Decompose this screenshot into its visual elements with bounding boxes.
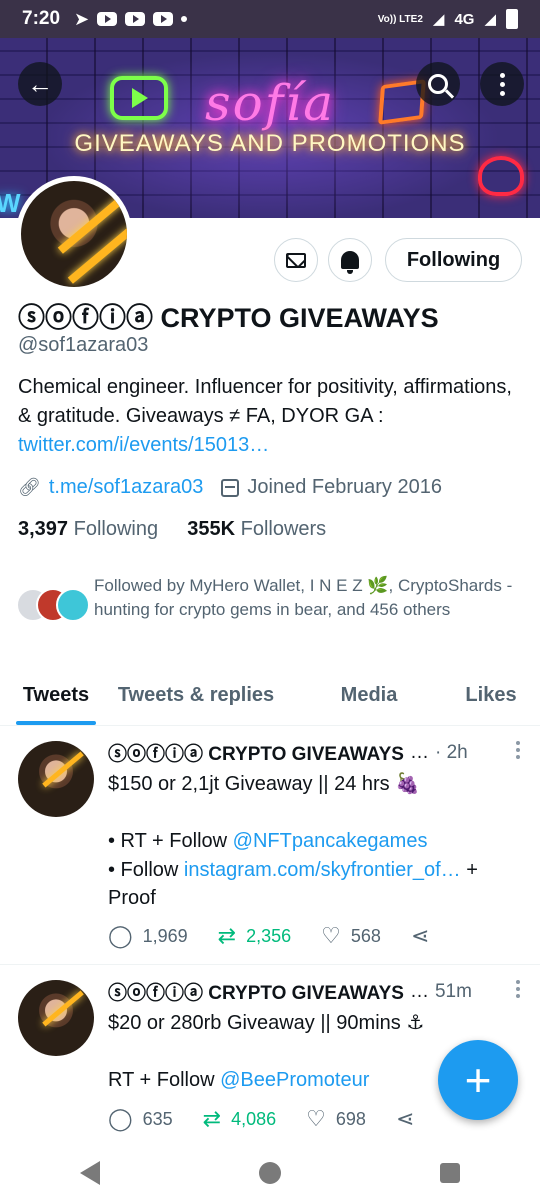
more-vertical-icon	[516, 980, 520, 998]
nav-recents-icon[interactable]	[440, 1163, 461, 1183]
profile-tabs: Tweets Tweets & replies Media Likes	[0, 666, 540, 726]
link-icon: 🔗︎	[18, 477, 41, 497]
bio-text: Chemical engineer. Influencer for positi…	[18, 376, 512, 427]
youtube-icon	[125, 12, 146, 26]
twitter-neon-icon	[478, 156, 524, 196]
display-name: ⓢⓞⓕⓘⓐ CRYPTO GIVEAWAYS	[18, 303, 439, 333]
youtube-icon	[153, 12, 174, 26]
website-link[interactable]: t.me/sof1azara03	[49, 476, 204, 499]
mention-link[interactable]: @BeePromoteur	[220, 1069, 369, 1091]
following-stat[interactable]: 3,397 Following	[18, 518, 158, 540]
heart-icon: ♡	[306, 1106, 326, 1131]
envelope-icon	[286, 252, 306, 268]
tweet-more-button[interactable]	[516, 741, 520, 759]
avatar[interactable]	[18, 741, 94, 817]
joined-date: Joined February 2016	[247, 476, 442, 498]
share-button[interactable]: ⋖	[396, 1106, 424, 1132]
status-bar: 7:20 ➤ Vo)) LTE2 ◢ 4G ◢	[0, 0, 540, 38]
signal-icon: ◢	[484, 11, 496, 28]
reply-button[interactable]: ◯ 1,969	[108, 923, 188, 949]
tweet-time: · 2h	[434, 741, 468, 763]
message-button[interactable]	[274, 238, 318, 282]
retweet-button[interactable]: ⇄ 2,356	[218, 923, 291, 949]
nav-home-icon[interactable]	[258, 1162, 281, 1184]
follower-avatars	[16, 588, 90, 628]
more-notifications-icon	[181, 16, 188, 22]
comment-icon: ◯	[108, 1106, 133, 1131]
tab-tweets[interactable]: Tweets	[0, 666, 96, 725]
tab-media[interactable]: Media	[296, 666, 442, 725]
tab-likes[interactable]: Likes	[442, 666, 540, 725]
system-nav-bar	[0, 1146, 540, 1200]
share-icon: ⋖	[395, 1106, 415, 1131]
followers-stat[interactable]: 355K Followers	[187, 518, 326, 540]
profile-avatar[interactable]	[16, 176, 132, 292]
banner-subtitle: GIVEAWAYS AND PROMOTIONS	[74, 130, 466, 157]
follow-stats: 3,397 Following 355K Followers	[18, 518, 326, 541]
tweet-author: ⓢⓞⓕⓘⓐ CRYPTO GIVEAWAYS	[108, 744, 404, 765]
tweet[interactable]: ⓢⓞⓕⓘⓐ CRYPTO GIVEAWAYS … · 2h $150 or 2,…	[0, 727, 540, 965]
signal-icon: ◢	[432, 11, 445, 28]
share-icon: ⋖	[410, 923, 430, 948]
heart-icon: ♡	[321, 923, 341, 948]
banner-edge-letter: W	[0, 188, 21, 218]
notification-icons: ➤	[74, 8, 188, 30]
tweet-actions: ◯ 635 ⇄ 4,086 ♡ 698 ⋖	[108, 1106, 454, 1132]
profile-meta: 🔗︎ t.me/sof1azara03 Joined February 2016	[18, 476, 442, 499]
followed-by[interactable]: Followed by MyHero Wallet, I N E Z 🌿, Cr…	[16, 574, 524, 628]
plus-icon: +	[464, 1054, 492, 1106]
share-button[interactable]: ⋖	[411, 923, 439, 949]
tweet-author: ⓢⓞⓕⓘⓐ CRYPTO GIVEAWAYS	[108, 983, 404, 1004]
youtube-icon	[97, 12, 118, 26]
avatar	[56, 588, 90, 622]
mention-link[interactable]: @NFTpancakegames	[233, 830, 428, 852]
more-options-button[interactable]	[480, 62, 524, 106]
bio-link[interactable]: twitter.com/i/events/15013…	[18, 434, 269, 456]
calendar-icon	[221, 478, 240, 497]
followed-by-text: Followed by MyHero Wallet, I N E Z 🌿, Cr…	[94, 576, 513, 619]
tweet-more-button[interactable]	[516, 980, 520, 998]
compose-tweet-button[interactable]: +	[438, 1040, 518, 1120]
tweet-text: $150 or 2,1jt Giveaway || 24 hrs 🍇 • RT …	[108, 773, 478, 909]
status-time: 7:20	[22, 8, 61, 29]
bell-icon	[341, 251, 359, 274]
like-button[interactable]: ♡ 568	[321, 923, 381, 949]
back-button[interactable]: ←	[18, 62, 62, 106]
retweet-icon: ⇄	[217, 923, 237, 948]
notifications-button[interactable]	[328, 238, 372, 282]
telegram-icon: ➤	[74, 8, 90, 29]
avatar[interactable]	[18, 980, 94, 1056]
following-button[interactable]: Following	[385, 238, 522, 282]
nav-back-icon[interactable]	[79, 1161, 100, 1185]
volte-indicator: Vo)) LTE2	[377, 13, 423, 25]
more-vertical-icon	[499, 72, 505, 96]
reply-button[interactable]: ◯ 635	[108, 1106, 173, 1132]
more-vertical-icon	[516, 741, 520, 759]
network-type: 4G	[454, 10, 475, 28]
search-icon	[428, 74, 448, 94]
retweet-button[interactable]: ⇄ 4,086	[203, 1106, 276, 1132]
tweet-actions: ◯ 1,969 ⇄ 2,356 ♡ 568 ⋖	[108, 923, 469, 949]
like-button[interactable]: ♡ 698	[306, 1106, 366, 1132]
search-button[interactable]	[416, 62, 460, 106]
tweet-time: 51m	[434, 980, 472, 1002]
retweet-icon: ⇄	[202, 1106, 222, 1131]
tab-tweets-replies[interactable]: Tweets & replies	[96, 666, 296, 725]
arrow-left-icon: ←	[27, 68, 53, 99]
battery-icon	[506, 9, 518, 29]
profile-bio: Chemical engineer. Influencer for positi…	[18, 373, 523, 460]
user-handle: @sof1azara03	[18, 334, 149, 356]
instagram-link[interactable]: instagram.com/skyfrontier_of…	[184, 859, 461, 881]
comment-icon: ◯	[108, 923, 133, 948]
